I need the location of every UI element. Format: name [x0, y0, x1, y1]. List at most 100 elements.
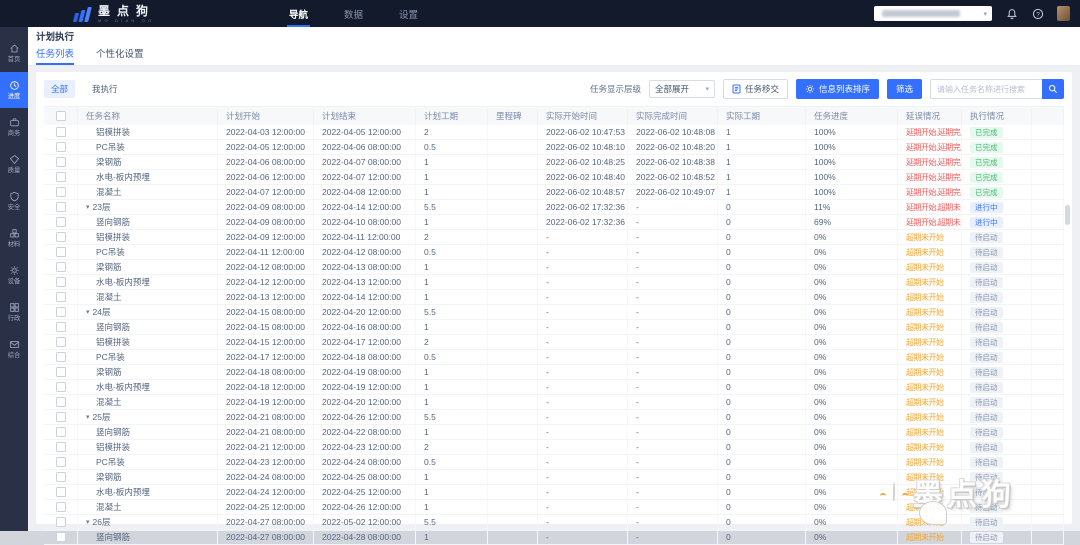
- task-transfer-button[interactable]: 任务移交: [722, 79, 788, 99]
- sidebar-item-quality[interactable]: 质量: [0, 146, 28, 182]
- status-badge: 待启动: [970, 501, 1003, 513]
- task-name: 水电-板内预埋: [96, 382, 150, 392]
- help-icon[interactable]: ?: [1031, 7, 1044, 20]
- row-checkbox[interactable]: [55, 457, 66, 467]
- filter-button[interactable]: 筛选: [886, 79, 922, 99]
- row-checkbox[interactable]: [55, 202, 66, 212]
- status-badge: 待启动: [970, 306, 1003, 318]
- row-checkbox[interactable]: [55, 382, 66, 392]
- row-checkbox[interactable]: [55, 172, 66, 182]
- chevron-down-icon: ▾: [983, 10, 987, 18]
- row-checkbox[interactable]: [55, 427, 66, 437]
- row-checkbox[interactable]: [55, 487, 66, 497]
- row-checkbox[interactable]: [55, 217, 66, 227]
- expand-caret-icon[interactable]: ▾: [86, 413, 90, 421]
- sidebar-item-home[interactable]: 首页: [0, 35, 28, 71]
- task-name: 23层: [92, 202, 111, 212]
- status-badge: 待启动: [970, 426, 1003, 438]
- project-selector[interactable]: ▾: [874, 6, 992, 21]
- sidebar-item-safety[interactable]: 安全: [0, 183, 28, 219]
- row-checkbox[interactable]: [55, 337, 66, 347]
- row-checkbox[interactable]: [55, 517, 66, 527]
- sidebar-item-business[interactable]: 商务: [0, 109, 28, 145]
- row-checkbox[interactable]: [55, 187, 66, 197]
- actual-start-cell: -: [538, 395, 628, 409]
- topbar-nav-settings[interactable]: 设置: [399, 0, 418, 27]
- task-name-cell: ▾ 25层: [78, 410, 218, 424]
- level-select[interactable]: 全部展开 ▾: [648, 80, 715, 98]
- document-icon: [732, 84, 741, 94]
- progress-icon: [9, 81, 19, 90]
- sidebar-item-equipment[interactable]: 设备: [0, 257, 28, 293]
- actual-days-cell: 0: [718, 455, 806, 469]
- row-checkbox[interactable]: [55, 397, 66, 407]
- plan-start-cell: 2022-04-27 08:00:00: [218, 515, 314, 529]
- vertical-scrollbar[interactable]: [1065, 205, 1070, 225]
- task-name-cell: 竖向钢筋: [78, 530, 218, 544]
- admin-icon: [9, 303, 19, 312]
- row-checkbox[interactable]: [55, 292, 66, 302]
- plan-start-cell: 2022-04-06 08:00:00: [218, 155, 314, 169]
- sidebar-item-general[interactable]: 综合: [0, 331, 28, 367]
- row-checkbox[interactable]: [55, 307, 66, 317]
- row-checkbox[interactable]: [55, 157, 66, 167]
- row-checkbox[interactable]: [55, 472, 66, 482]
- tab-personalize[interactable]: 个性化设置: [96, 46, 144, 65]
- row-checkbox[interactable]: [55, 502, 66, 512]
- sidebar-item-progress[interactable]: 进度: [0, 72, 28, 108]
- row-checkbox-cell: [44, 350, 78, 364]
- actual-days-cell: 1: [718, 125, 806, 139]
- plan-end-cell: 2022-05-02 12:00:00: [314, 515, 416, 529]
- info-list-sort-button[interactable]: 信息列表排序: [795, 79, 879, 99]
- row-checkbox-cell: [44, 140, 78, 154]
- task-name-cell: 竖向钢筋: [78, 425, 218, 439]
- expand-caret-icon[interactable]: ▾: [86, 203, 90, 211]
- topbar-nav-data[interactable]: 数据: [344, 0, 363, 27]
- topbar-nav-nav[interactable]: 导航: [287, 0, 311, 27]
- actual-start-cell: 2022-06-02 10:48:25: [538, 155, 628, 169]
- delay-text: 超期未开始: [906, 517, 944, 527]
- user-avatar[interactable]: [1057, 6, 1070, 21]
- row-spacer: [1032, 185, 1064, 199]
- delay-cell: 超期未开始: [898, 380, 962, 394]
- row-checkbox-cell: [44, 515, 78, 529]
- row-spacer: [1032, 305, 1064, 319]
- expand-caret-icon[interactable]: ▾: [86, 308, 90, 316]
- task-name: 铝模拼装: [96, 127, 131, 137]
- task-panel: 全部 我执行 任务显示层级 全部展开 ▾ 任务移交 信息列表排序 筛选 请输入任…: [36, 72, 1072, 545]
- actual-start-cell: -: [538, 335, 628, 349]
- row-checkbox[interactable]: [55, 232, 66, 242]
- select-all-checkbox[interactable]: [55, 111, 66, 121]
- row-checkbox[interactable]: [55, 262, 66, 272]
- row-checkbox[interactable]: [55, 322, 66, 332]
- filter-all[interactable]: 全部: [44, 80, 76, 98]
- filter-mine[interactable]: 我执行: [85, 80, 125, 98]
- row-checkbox-cell: [44, 125, 78, 139]
- row-checkbox[interactable]: [55, 127, 66, 137]
- notification-bell-icon[interactable]: [1005, 7, 1018, 20]
- sidebar-item-material[interactable]: 材料: [0, 220, 28, 256]
- row-spacer: [1032, 140, 1064, 154]
- row-checkbox[interactable]: [55, 352, 66, 362]
- row-checkbox[interactable]: [55, 277, 66, 287]
- actual-days-cell: 0: [718, 320, 806, 334]
- expand-caret-icon[interactable]: ▾: [86, 518, 90, 526]
- table-row: ▾ 23层 2022-04-09 08:00:00 2022-04-14 12:00:…: [44, 200, 1064, 215]
- table-row: 水电-板内预埋 2022-04-18 12:00:00 2022-04-19 12:…: [44, 380, 1064, 395]
- search-button[interactable]: [1042, 79, 1064, 99]
- progress-cell: 0%: [806, 410, 898, 424]
- task-name-cell: 梁钢筋: [78, 365, 218, 379]
- tab-task-list[interactable]: 任务列表: [36, 46, 75, 65]
- row-checkbox[interactable]: [55, 412, 66, 422]
- task-search-input[interactable]: [930, 79, 1042, 99]
- row-checkbox[interactable]: [55, 247, 66, 257]
- row-spacer: [1032, 470, 1064, 484]
- row-checkbox[interactable]: [55, 142, 66, 152]
- plan-days-cell: 0.5: [416, 350, 488, 364]
- delay-text: 超期未开始: [906, 367, 944, 377]
- column-header: 延误情况: [898, 107, 962, 125]
- row-checkbox[interactable]: [55, 442, 66, 452]
- row-checkbox[interactable]: [55, 367, 66, 377]
- delay-text: 超期未开始: [906, 322, 944, 332]
- sidebar-item-admin[interactable]: 行政: [0, 294, 28, 330]
